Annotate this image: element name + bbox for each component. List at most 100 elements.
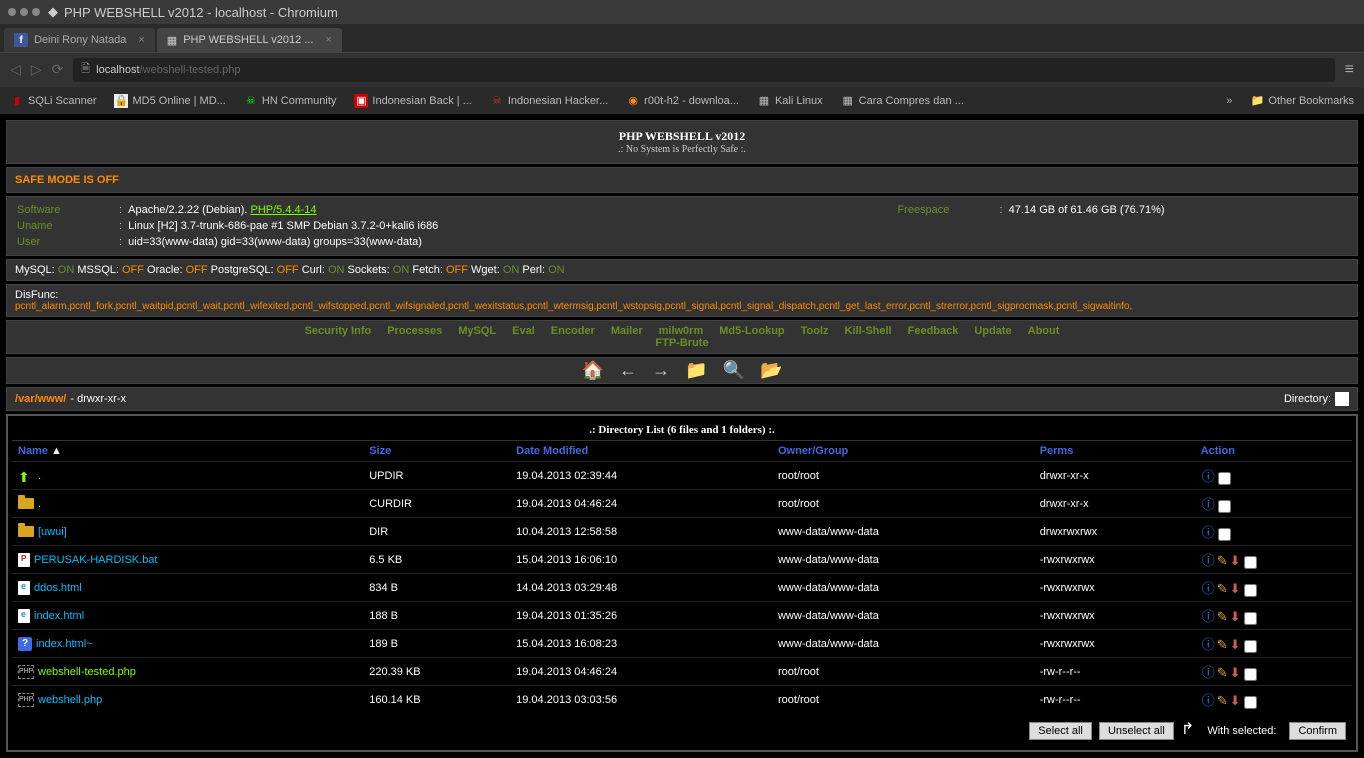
table-row[interactable]: [uwui]DIR10.04.2013 12:58:58www-data/www… [12,518,1352,546]
reload-button[interactable]: ⟳ [52,61,64,78]
bookmark-compres[interactable]: ▦Cara Compres dan ... [841,94,964,108]
file-name[interactable]: [uwui] [38,526,67,538]
table-row[interactable]: index.html188 B19.04.2013 01:35:26www-da… [12,602,1352,630]
close-icon[interactable]: × [325,34,331,46]
menu-md5lookup[interactable]: Md5-Lookup [719,325,784,337]
download-icon[interactable]: ⬇ [1230,637,1241,653]
menu-securityinfo[interactable]: Security Info [305,325,372,337]
info-icon[interactable]: ⓘ [1202,606,1215,625]
table-row[interactable]: .CURDIR19.04.2013 04:46:24root/rootdrwxr… [12,490,1352,518]
download-icon[interactable]: ⬇ [1230,581,1241,597]
row-checkbox[interactable] [1244,640,1257,653]
info-icon[interactable]: ⓘ [1202,578,1215,597]
table-row[interactable]: ⬆.UPDIR19.04.2013 02:39:44root/rootdrwxr… [12,462,1352,490]
unselect-all-button[interactable]: Unselect all [1099,722,1174,740]
col-date[interactable]: Date Modified [510,441,772,462]
col-name[interactable]: Name ▲ [12,441,363,462]
info-icon[interactable]: ⓘ [1202,550,1215,569]
download-icon[interactable]: ⬇ [1230,665,1241,681]
back-icon[interactable]: ← [619,360,637,381]
forward-button[interactable]: ▷ [31,61,42,78]
file-name[interactable]: . [38,469,41,481]
row-checkbox[interactable] [1244,696,1257,709]
bookmark-indohack[interactable]: ☠Indonesian Hacker... [490,94,608,108]
url-bar[interactable]: 🗎 localhost/webshell-tested.php [73,58,1334,82]
row-checkbox[interactable] [1218,528,1231,541]
col-size[interactable]: Size [363,441,510,462]
download-icon[interactable]: ⬇ [1230,553,1241,569]
file-name[interactable]: . [38,498,41,510]
directory-input[interactable] [1335,392,1349,406]
bookmark-indoback[interactable]: ▣Indonesian Back | ... [354,94,471,108]
tab-webshell[interactable]: ▦PHP WEBSHELL v2012 ...× [157,28,342,52]
path-seg[interactable]: var/ [18,393,38,405]
info-icon[interactable]: ⓘ [1202,690,1215,709]
file-name[interactable]: index.html [34,609,84,621]
bookmark-root[interactable]: ◉r00t-h2 - downloa... [626,94,739,108]
menu-mysql[interactable]: MySQL [458,325,496,337]
info-icon[interactable]: ⓘ [1202,466,1215,485]
info-icon[interactable]: ⓘ [1202,494,1215,513]
path-seg[interactable]: www/ [38,393,67,405]
info-icon[interactable]: ⓘ [1202,522,1215,541]
search-icon[interactable]: 🔍 [723,360,745,381]
col-owner[interactable]: Owner/Group [772,441,1034,462]
select-all-button[interactable]: Select all [1029,722,1092,740]
row-checkbox[interactable] [1218,500,1231,513]
file-name[interactable]: webshell-tested.php [38,665,136,677]
table-row[interactable]: PERUSAK-HARDISK.bat6.5 KB15.04.2013 16:0… [12,546,1352,574]
close-icon[interactable]: × [138,34,144,46]
bookmark-sqli[interactable]: ▮SQLi Scanner [10,94,96,108]
file-name[interactable]: ddos.html [34,581,82,593]
bookmark-hn[interactable]: ☠HN Community [244,94,337,108]
file-name[interactable]: index.html~ [36,637,93,649]
menu-button[interactable]: ≡ [1345,61,1354,79]
row-checkbox[interactable] [1244,584,1257,597]
table-row[interactable]: ?index.html~189 B15.04.2013 16:08:23www-… [12,630,1352,658]
menu-encoder[interactable]: Encoder [551,325,595,337]
back-button[interactable]: ◁ [10,61,21,78]
menu-eval[interactable]: Eval [512,325,535,337]
folder-icon[interactable]: 📁 [685,360,707,381]
overflow-icon[interactable]: » [1226,95,1232,107]
menu-toolz[interactable]: Toolz [801,325,829,337]
download-icon[interactable]: ⬇ [1230,693,1241,709]
edit-icon[interactable]: ✎ [1217,609,1228,625]
menu-killshell[interactable]: Kill-Shell [845,325,892,337]
menu-update[interactable]: Update [974,325,1011,337]
row-checkbox[interactable] [1244,612,1257,625]
confirm-button[interactable]: Confirm [1289,722,1346,740]
menu-feedback[interactable]: Feedback [908,325,959,337]
open-folder-icon[interactable]: 📂 [760,360,782,381]
menu-ftpbrute[interactable]: FTP-Brute [655,337,708,349]
menu-processes[interactable]: Processes [387,325,442,337]
edit-icon[interactable]: ✎ [1217,637,1228,653]
info-icon[interactable]: ⓘ [1202,662,1215,681]
edit-icon[interactable]: ✎ [1217,581,1228,597]
edit-icon[interactable]: ✎ [1217,665,1228,681]
tab-deini[interactable]: fDeini Rony Natada× [4,28,155,52]
row-checkbox[interactable] [1244,668,1257,681]
row-checkbox[interactable] [1244,556,1257,569]
file-name[interactable]: PERUSAK-HARDISK.bat [34,553,157,565]
menu-mailer[interactable]: Mailer [611,325,643,337]
other-bookmarks[interactable]: 📁Other Bookmarks [1250,94,1354,108]
info-icon[interactable]: ⓘ [1202,634,1215,653]
menu-about[interactable]: About [1028,325,1060,337]
table-row[interactable]: PHPwebshell.php160.14 KB19.04.2013 03:03… [12,686,1352,714]
edit-icon[interactable]: ✎ [1217,693,1228,709]
edit-icon[interactable]: ✎ [1217,553,1228,569]
window-controls[interactable] [8,8,40,16]
col-perms[interactable]: Perms [1034,441,1195,462]
download-icon[interactable]: ⬇ [1230,609,1241,625]
menu-milw0rm[interactable]: milw0rm [659,325,704,337]
php-link[interactable]: PHP/5.4.4-14 [250,204,316,216]
bookmark-md5[interactable]: 🔒MD5 Online | MD... [114,94,225,108]
bookmark-kali[interactable]: ▦Kali Linux [757,94,823,108]
home-icon[interactable]: 🏠 [582,360,604,381]
table-row[interactable]: PHPwebshell-tested.php220.39 KB19.04.201… [12,658,1352,686]
forward-icon[interactable]: → [652,360,670,381]
file-name[interactable]: webshell.php [38,693,102,705]
table-row[interactable]: ddos.html834 B14.04.2013 03:29:48www-dat… [12,574,1352,602]
row-checkbox[interactable] [1218,472,1231,485]
